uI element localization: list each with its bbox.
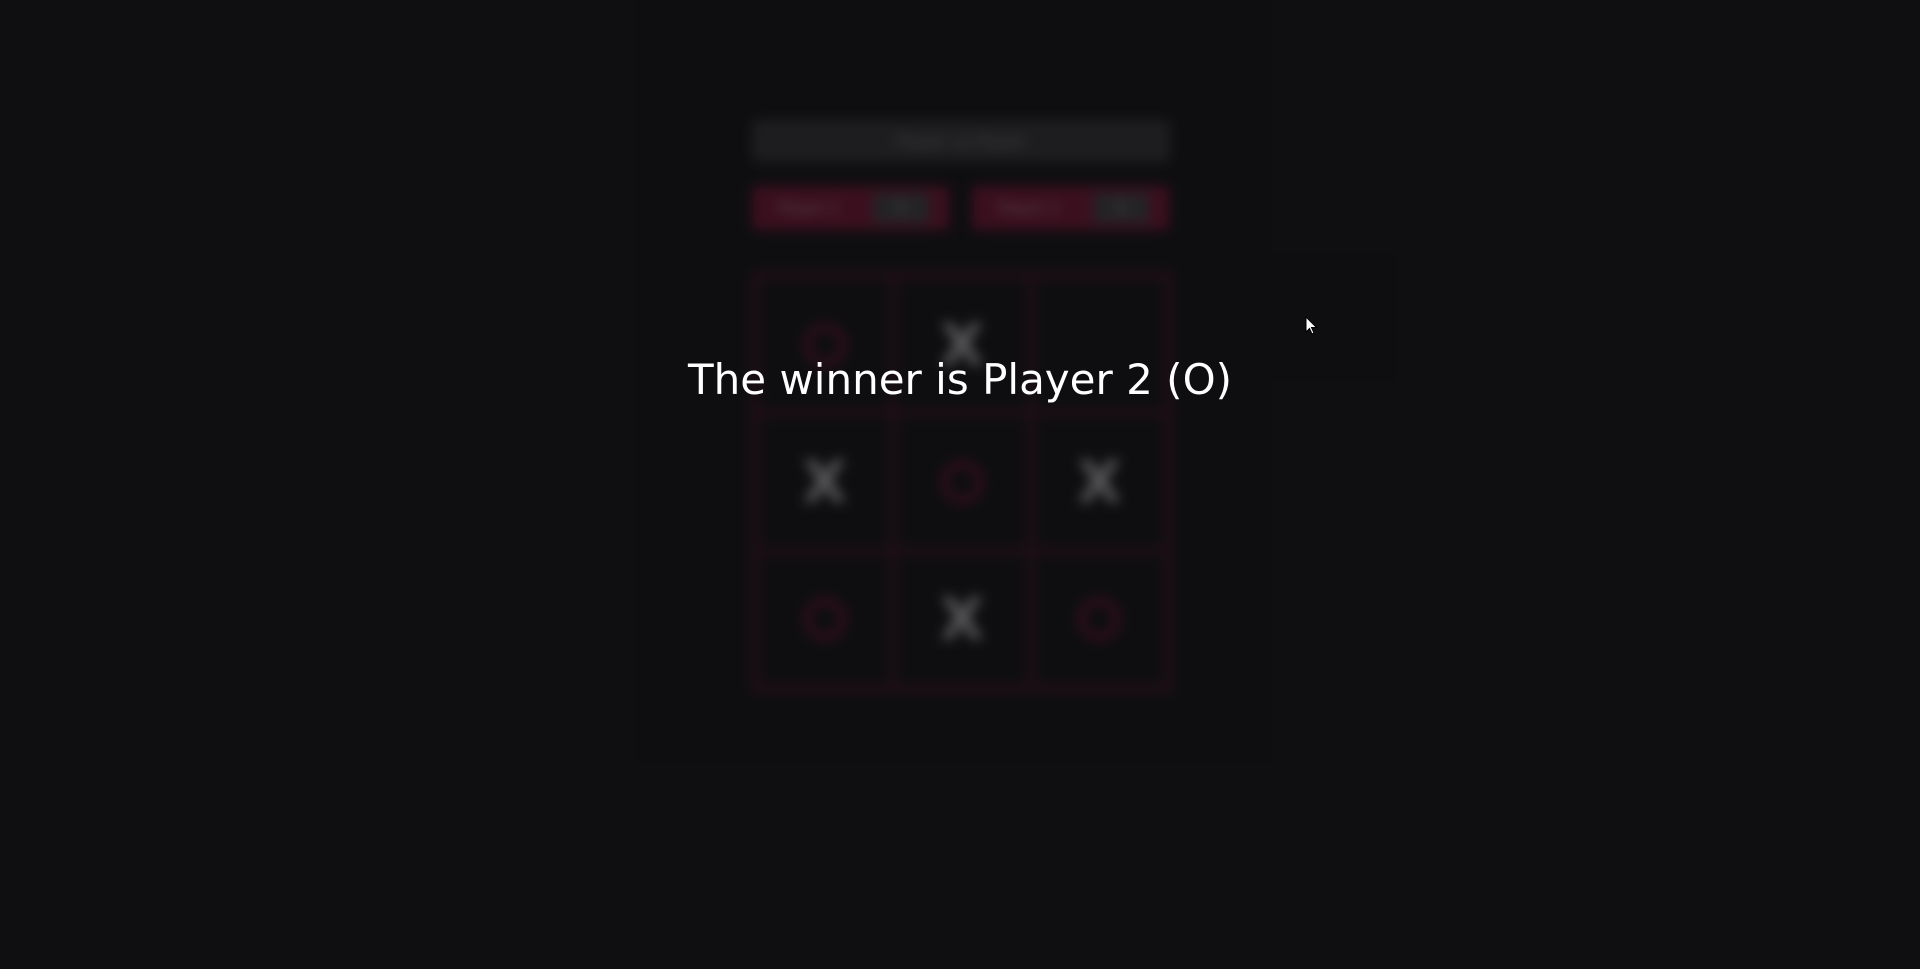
- winner-overlay[interactable]: The winner is Player 2 (O): [0, 0, 1920, 969]
- mouse-cursor-icon: [1305, 316, 1318, 335]
- winner-message: The winner is Player 2 (O): [687, 355, 1233, 404]
- game-screen: Player vs Player Player 1 0 Player 2 0 X…: [0, 0, 1920, 969]
